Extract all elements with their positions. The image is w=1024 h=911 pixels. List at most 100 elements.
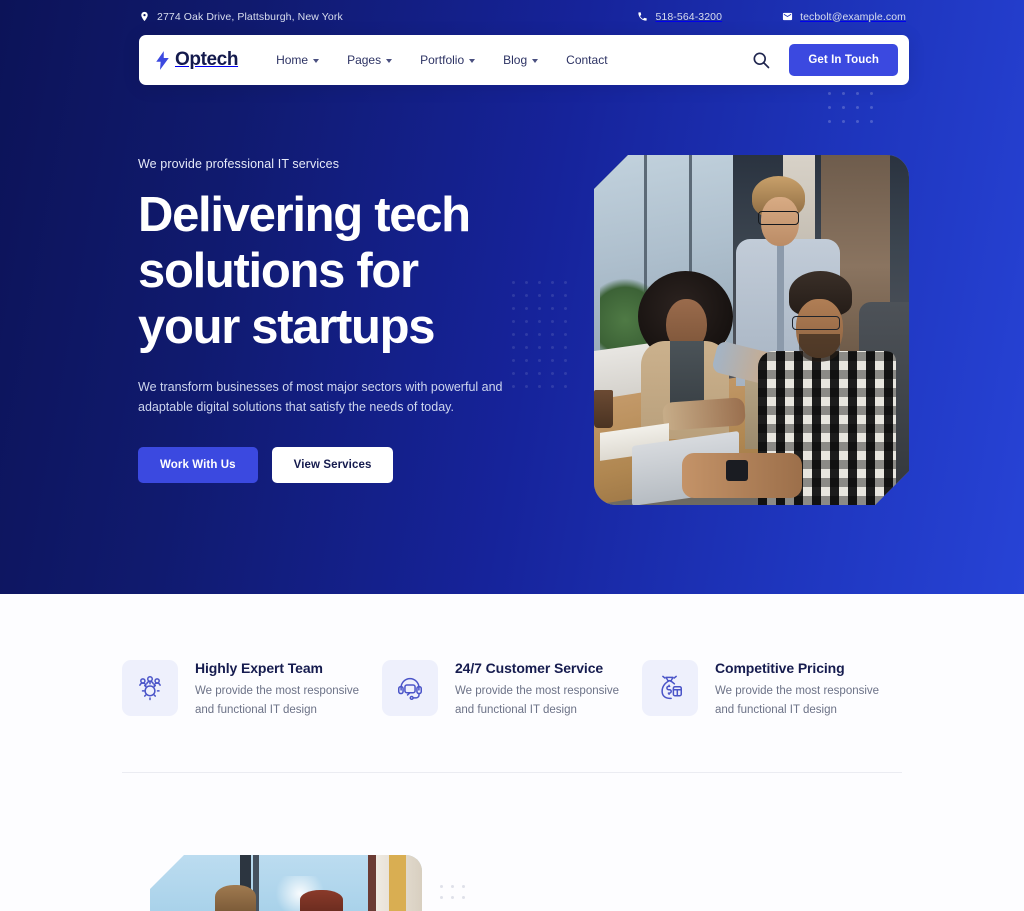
features-section [0, 594, 1024, 911]
feature-card-expert-team[interactable]: Highly Expert Team We provide the most r… [122, 660, 382, 720]
feature-title: Competitive Pricing [715, 660, 845, 676]
decorative-dot [564, 307, 567, 310]
decorative-dot [856, 120, 859, 123]
feature-description: We provide the most responsive and funct… [715, 682, 879, 720]
feature-card-text: Competitive Pricing We provide the most … [715, 660, 879, 720]
feature-desc-line-1: We provide the most responsive [715, 685, 880, 697]
search-icon[interactable] [751, 50, 771, 70]
hero-content: We provide professional IT services Deli… [138, 157, 538, 483]
nav-item-label: Contact [566, 53, 608, 67]
site-logo[interactable]: Optech [155, 49, 238, 71]
decorative-dot [828, 106, 831, 109]
nav-item-label: Pages [347, 53, 382, 67]
feature-desc-line-2: and functional IT design [195, 704, 317, 716]
decorative-dot [564, 333, 567, 336]
decorative-dot-grid-bottom [440, 885, 473, 907]
decorative-dot [828, 120, 831, 123]
hero-heading-line-2: solutions for [138, 244, 419, 298]
decorative-dot [538, 359, 541, 362]
chevron-down-icon [386, 58, 393, 63]
page-title: Delivering tech solutions for your start… [138, 187, 538, 355]
nav-item-label: Home [276, 53, 309, 67]
feature-card-customer-service[interactable]: 24/7 Customer Service We provide the mos… [382, 660, 642, 720]
decorative-dot [564, 372, 567, 375]
decorative-dot [551, 333, 554, 336]
decorative-dot-grid-top-right [828, 92, 884, 134]
decorative-dot [538, 333, 541, 336]
hero-eyebrow: We provide professional IT services [138, 157, 340, 171]
decorative-dot [870, 120, 873, 123]
phone-item[interactable]: 518-564-3200 [637, 11, 722, 23]
nav-item-label: Portfolio [420, 53, 465, 67]
nav-links: Home Pages Portfolio Blog Contact [262, 53, 621, 67]
decorative-dot [538, 385, 541, 388]
feature-card-competitive-pricing[interactable]: Competitive Pricing We provide the most … [642, 660, 902, 720]
decorative-dot [551, 294, 554, 297]
decorative-dot [440, 885, 443, 888]
team-gear-icon [122, 660, 178, 716]
decorative-dot [551, 385, 554, 388]
chevron-down-icon [313, 58, 320, 63]
decorative-dot [842, 92, 845, 95]
hero-heading-line-1: Delivering tech [138, 188, 471, 242]
phone-text: 518-564-3200 [655, 10, 723, 23]
feature-desc-line-1: We provide the most responsive [455, 685, 620, 697]
decorative-dot [564, 346, 567, 349]
envelope-icon [782, 11, 793, 22]
decorative-dot [551, 320, 554, 323]
decorative-dot [564, 359, 567, 362]
get-in-touch-button[interactable]: Get In Touch [789, 44, 898, 76]
decorative-dot [538, 320, 541, 323]
main-navigation-bar: Optech Home Pages Portfolio Blog Contact [139, 35, 909, 85]
nav-item-label: Blog [503, 53, 528, 67]
address-text: 2774 Oak Drive, Plattsburgh, New York [157, 10, 343, 23]
feature-title: 24/7 Customer Service [455, 660, 604, 676]
nav-item-contact[interactable]: Contact [552, 53, 621, 67]
hero-image [594, 155, 909, 505]
decorative-dot [856, 92, 859, 95]
decorative-dot [462, 896, 465, 899]
decorative-dot [564, 281, 567, 284]
section-divider [122, 772, 902, 773]
phone-icon [637, 11, 648, 22]
feature-cards-row: Highly Expert Team We provide the most r… [0, 660, 1024, 720]
nav-item-blog[interactable]: Blog [489, 53, 552, 67]
feature-desc-line-2: and functional IT design [455, 704, 577, 716]
nav-item-home[interactable]: Home [262, 53, 333, 67]
nav-right-group: Get In Touch [751, 44, 898, 76]
decorative-dot [462, 885, 465, 888]
decorative-dot [538, 372, 541, 375]
view-services-button[interactable]: View Services [271, 447, 394, 483]
decorative-dot [828, 92, 831, 95]
feature-title: Highly Expert Team [195, 660, 323, 676]
bottom-section-image [150, 855, 422, 911]
decorative-dot [551, 372, 554, 375]
hero-paragraph: We transform businesses of most major se… [138, 380, 503, 414]
email-item[interactable]: tecbolt@example.com [782, 11, 906, 23]
hero-heading-line-3: your startups [138, 300, 436, 354]
decorative-dot [551, 307, 554, 310]
decorative-dot [538, 294, 541, 297]
address-item: 2774 Oak Drive, Plattsburgh, New York [139, 11, 343, 23]
decorative-dot [551, 346, 554, 349]
nav-item-portfolio[interactable]: Portfolio [406, 53, 489, 67]
decorative-dot [538, 346, 541, 349]
top-info-bar: 2774 Oak Drive, Plattsburgh, New York 51… [0, 0, 1024, 33]
hero-section: 2774 Oak Drive, Plattsburgh, New York 51… [0, 0, 1024, 594]
feature-desc-line-1: We provide the most responsive [195, 685, 360, 697]
decorative-dot [870, 106, 873, 109]
chevron-down-icon [532, 58, 539, 63]
decorative-dot [564, 320, 567, 323]
nav-item-pages[interactable]: Pages [333, 53, 406, 67]
lightning-bolt-icon [155, 50, 170, 70]
feature-description: We provide the most responsive and funct… [195, 682, 359, 720]
decorative-dot [564, 294, 567, 297]
money-bag-icon [642, 660, 698, 716]
feature-description: We provide the most responsive and funct… [455, 682, 619, 720]
decorative-dot [551, 359, 554, 362]
work-with-us-button[interactable]: Work With Us [138, 447, 258, 483]
decorative-dot [538, 281, 541, 284]
decorative-dot [538, 307, 541, 310]
decorative-dot [870, 92, 873, 95]
logo-text: Optech [175, 49, 239, 70]
